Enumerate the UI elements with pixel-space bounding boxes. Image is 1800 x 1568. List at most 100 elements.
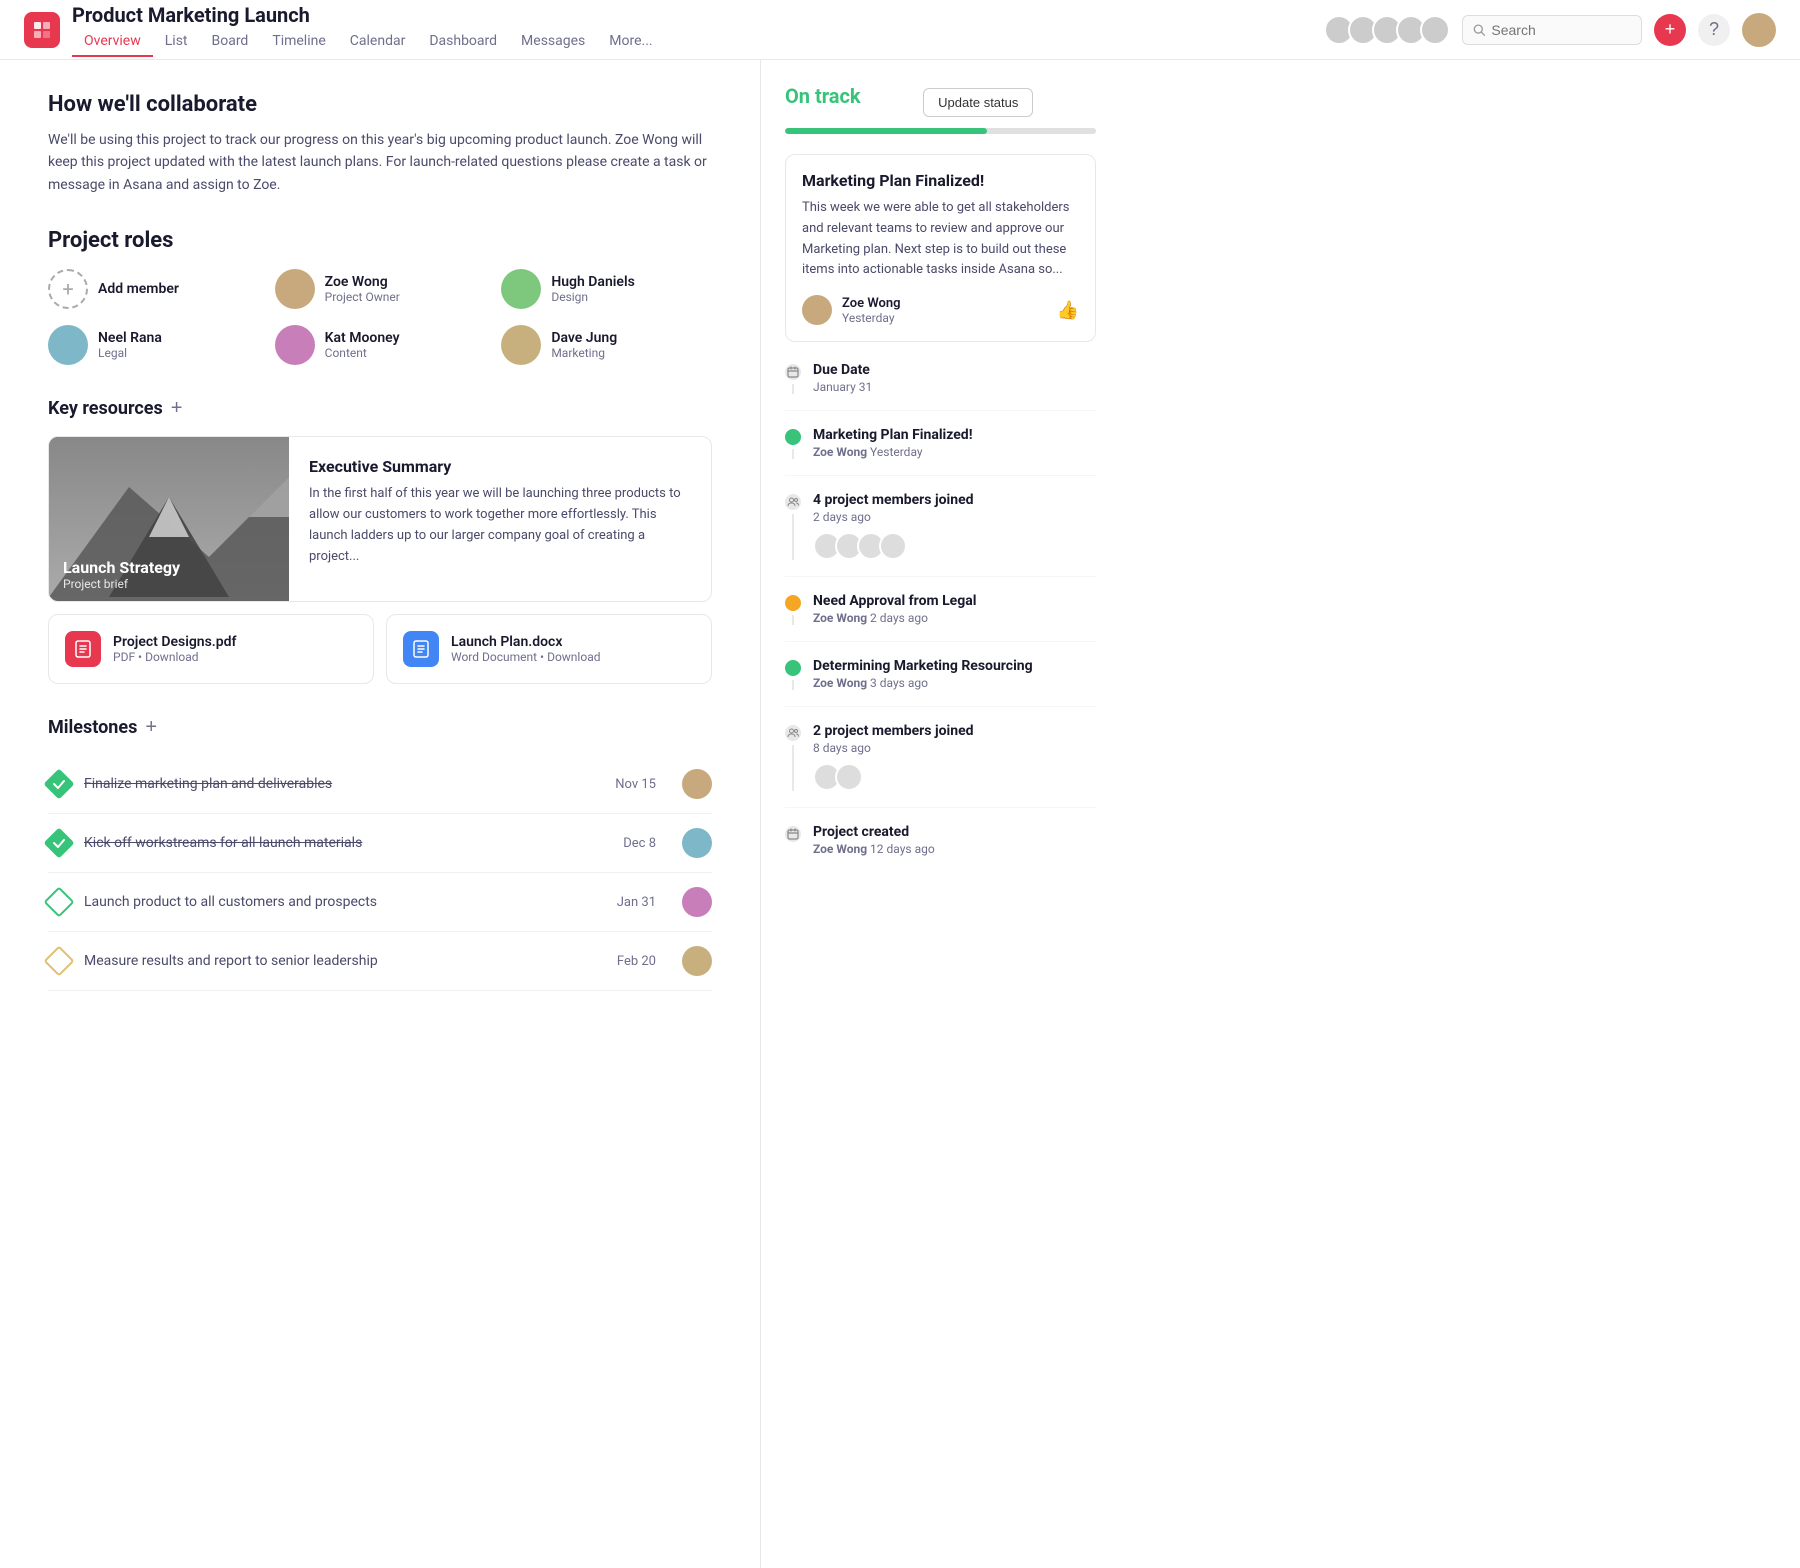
- milestone-label: Kick off workstreams for all launch mate…: [84, 835, 609, 851]
- role-name: Zoe Wong: [325, 274, 400, 290]
- like-button[interactable]: 👍: [1057, 300, 1079, 321]
- resource-image-sub: Project brief: [63, 577, 275, 591]
- timeline-item-project-created: Project created Zoe Wong 12 days ago: [785, 824, 1096, 872]
- tab-more[interactable]: More...: [597, 27, 664, 57]
- tab-calendar[interactable]: Calendar: [338, 27, 418, 57]
- timeline-item-legal-approval: Need Approval from Legal Zoe Wong 2 days…: [785, 593, 1096, 642]
- milestone-date: Jan 31: [617, 895, 656, 910]
- tab-messages[interactable]: Messages: [509, 27, 597, 57]
- collaborate-body: We'll be using this project to track our…: [48, 129, 712, 196]
- milestone-diamond-completed: [43, 769, 74, 800]
- resource-title: Executive Summary: [309, 457, 691, 476]
- timeline-dot: [785, 429, 801, 445]
- milestone-avatar: [682, 769, 712, 799]
- role-title: Project Owner: [325, 290, 400, 304]
- avatar[interactable]: [1420, 15, 1450, 45]
- add-resource-button[interactable]: +: [171, 397, 183, 420]
- tab-overview[interactable]: Overview: [72, 27, 153, 57]
- avatar: [501, 269, 541, 309]
- timeline-avatar: [879, 532, 907, 560]
- activity-timeline: Due Date January 31 Marketing Plan Final…: [785, 362, 1096, 872]
- role-name: Hugh Daniels: [551, 274, 634, 290]
- update-card: Marketing Plan Finalized! This week we w…: [785, 154, 1096, 342]
- timeline-event-title: 4 project members joined: [813, 492, 1096, 508]
- role-item: Hugh Daniels Design: [501, 269, 712, 309]
- milestone-item[interactable]: Launch product to all customers and pros…: [48, 873, 712, 932]
- role-title: Legal: [98, 346, 162, 360]
- milestone-diamond-pending-yellow: [43, 946, 74, 977]
- update-title: Marketing Plan Finalized!: [802, 171, 1079, 190]
- timeline-avatars: [813, 763, 1096, 791]
- role-name: Kat Mooney: [325, 330, 400, 346]
- nav-tabs: Overview List Board Timeline Calendar Da…: [72, 27, 1324, 57]
- milestone-avatar: [682, 887, 712, 917]
- search-input[interactable]: [1491, 22, 1631, 38]
- key-resources-heading: Key resources: [48, 398, 163, 419]
- timeline-item-marketing-plan: Marketing Plan Finalized! Zoe Wong Yeste…: [785, 427, 1096, 476]
- status-label: On track: [785, 84, 861, 108]
- file-meta: PDF • Download: [113, 650, 237, 664]
- timeline-event-sub: Zoe Wong 2 days ago: [813, 611, 1096, 625]
- role-name: Neel Rana: [98, 330, 162, 346]
- timeline-event-title: 2 project members joined: [813, 723, 1096, 739]
- file-card-pdf[interactable]: Project Designs.pdf PDF • Download: [48, 614, 374, 684]
- resource-body: In the first half of this year we will b…: [309, 484, 691, 567]
- milestone-avatar: [682, 946, 712, 976]
- header-right: + ?: [1324, 13, 1776, 47]
- help-button[interactable]: ?: [1698, 14, 1730, 46]
- resource-card-large[interactable]: Launch Strategy Project brief Executive …: [48, 436, 712, 602]
- tab-timeline[interactable]: Timeline: [260, 27, 337, 57]
- roles-heading: Project roles: [48, 228, 712, 253]
- timeline-dot: [785, 494, 801, 510]
- resource-text: Executive Summary In the first half of t…: [289, 437, 711, 601]
- user-avatar[interactable]: [1742, 13, 1776, 47]
- milestone-diamond-completed: [43, 828, 74, 859]
- pdf-icon: [65, 631, 101, 667]
- timeline-event-sub: 8 days ago: [813, 741, 1096, 755]
- tab-list[interactable]: List: [153, 27, 200, 57]
- timeline-event-title: Determining Marketing Resourcing: [813, 658, 1096, 674]
- milestone-item[interactable]: Measure results and report to senior lea…: [48, 932, 712, 991]
- role-name: Dave Jung: [551, 330, 617, 346]
- add-milestone-button[interactable]: +: [145, 716, 157, 739]
- file-card-doc[interactable]: Launch Plan.docx Word Document • Downloa…: [386, 614, 712, 684]
- author-name: Zoe Wong: [842, 296, 901, 311]
- timeline-item-members-4: 4 project members joined 2 days ago: [785, 492, 1096, 577]
- key-resources-section: Key resources +: [48, 397, 712, 684]
- timeline-event-sub: Zoe Wong 12 days ago: [813, 842, 1096, 856]
- timeline-avatars: [813, 532, 1096, 560]
- add-member-item[interactable]: + Add member: [48, 269, 259, 309]
- timeline-event-sub: Zoe Wong 3 days ago: [813, 676, 1096, 690]
- update-body: This week we were able to get all stakeh…: [802, 198, 1079, 281]
- tab-dashboard[interactable]: Dashboard: [417, 27, 509, 57]
- avatar: [275, 269, 315, 309]
- search-box[interactable]: [1462, 15, 1642, 45]
- team-avatars[interactable]: [1324, 15, 1450, 45]
- milestones-heading: Milestones: [48, 717, 137, 738]
- tab-board[interactable]: Board: [200, 27, 261, 57]
- update-status-button[interactable]: Update status: [923, 88, 1033, 117]
- update-time: Yesterday: [842, 311, 901, 325]
- timeline-event-title: Due Date: [813, 362, 1096, 378]
- role-item: Dave Jung Marketing: [501, 325, 712, 365]
- milestone-label: Finalize marketing plan and deliverables: [84, 776, 601, 792]
- timeline-event-sub: January 31: [813, 380, 1096, 394]
- role-item: Neel Rana Legal: [48, 325, 259, 365]
- add-member-circle[interactable]: +: [48, 269, 88, 309]
- milestones-section: Milestones + Finalize marketing plan and…: [48, 716, 712, 991]
- app-icon: [24, 12, 60, 48]
- project-title: Product Marketing Launch: [72, 3, 1324, 27]
- avatar: [275, 325, 315, 365]
- milestone-item[interactable]: Finalize marketing plan and deliverables…: [48, 755, 712, 814]
- timeline-dot: [785, 725, 801, 741]
- milestone-item[interactable]: Kick off workstreams for all launch mate…: [48, 814, 712, 873]
- milestone-avatar: [682, 828, 712, 858]
- file-name: Project Designs.pdf: [113, 634, 237, 650]
- timeline-dot: [785, 364, 801, 380]
- progress-bar: [785, 128, 1096, 134]
- left-panel: How we'll collaborate We'll be using thi…: [0, 60, 760, 1568]
- add-button[interactable]: +: [1654, 14, 1686, 46]
- avatar: [48, 325, 88, 365]
- file-name: Launch Plan.docx: [451, 634, 600, 650]
- timeline-dot: [785, 826, 801, 842]
